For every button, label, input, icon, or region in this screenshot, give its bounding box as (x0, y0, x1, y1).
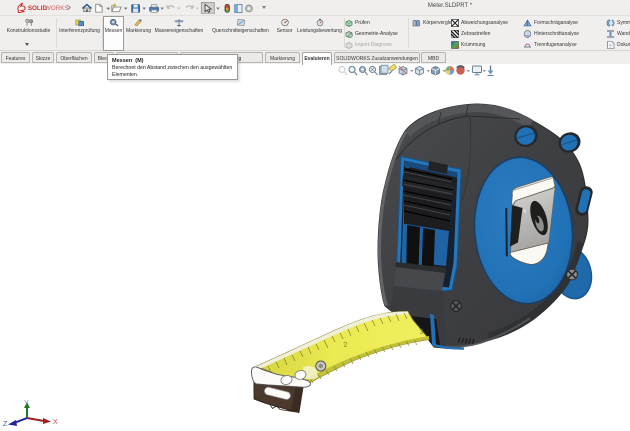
svg-text:WORKS: WORKS (45, 5, 69, 12)
svg-text:Y: Y (24, 400, 29, 407)
svg-text:X: X (53, 419, 58, 426)
svg-text:Z: Z (3, 421, 8, 428)
